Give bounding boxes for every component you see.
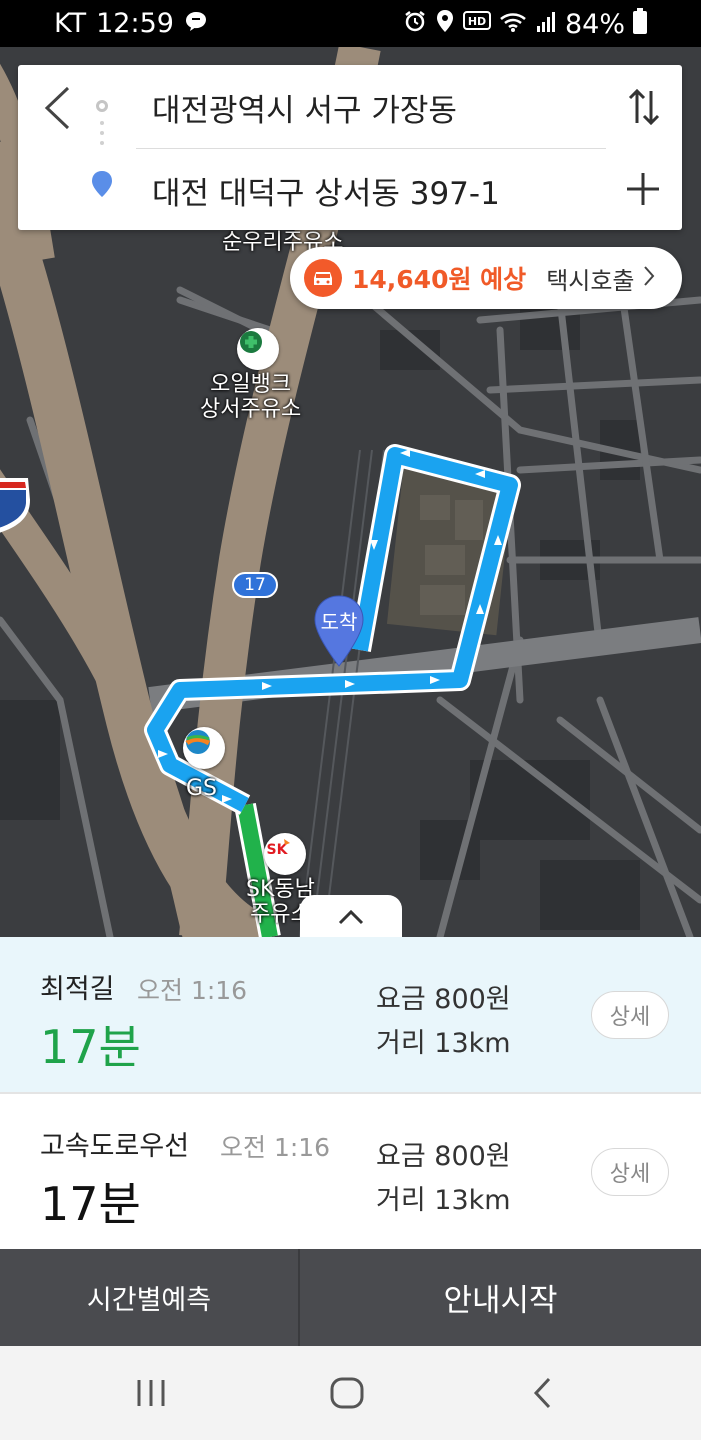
destination-pin-icon xyxy=(91,170,113,202)
route-duration: 17분 xyxy=(40,1020,141,1074)
signal-icon xyxy=(535,9,557,40)
status-bar: KT 12:59 HD 84% xyxy=(0,0,701,47)
plus-icon xyxy=(627,173,659,205)
expand-panel-button[interactable] xyxy=(300,895,402,939)
oilbank-label: 오일뱅크 상서주유소 xyxy=(200,372,302,423)
route-number-badge: 17 xyxy=(232,572,278,598)
arrival-time: 오전 1:16 xyxy=(137,976,248,1005)
hd-voice-icon: HD xyxy=(462,9,491,40)
chevron-left-icon xyxy=(44,86,70,130)
arrival-time: 오전 1:16 xyxy=(220,1133,331,1162)
gs-label: GS xyxy=(186,776,218,801)
add-waypoint-button[interactable] xyxy=(624,170,662,208)
route-search-card: 대전광역시 서구 가장동 대전 대덕구 상서동 397-1 xyxy=(18,65,682,230)
route-name: 고속도로우선 xyxy=(40,1131,190,1162)
battery-icon xyxy=(633,8,647,41)
back-button[interactable] xyxy=(32,83,82,133)
recent-apps-icon xyxy=(137,1380,165,1406)
divider xyxy=(136,148,606,149)
route-distance: 거리 13km xyxy=(376,1185,511,1216)
oilbank-icon[interactable] xyxy=(237,328,279,370)
arrival-label: 도착 xyxy=(320,610,358,634)
detail-button[interactable]: 상세 xyxy=(591,1148,669,1196)
location-icon xyxy=(435,9,455,40)
chat-bubble-icon xyxy=(184,8,208,39)
system-nav-bar xyxy=(0,1346,701,1440)
gs-caltex-icon[interactable] xyxy=(183,727,225,769)
swap-button[interactable] xyxy=(626,85,662,129)
recent-apps-button[interactable] xyxy=(121,1370,181,1416)
route-option-highway[interactable]: 고속도로우선 오전 1:16 17분 요금 800원 거리 13km 상세 xyxy=(0,1094,701,1249)
taxi-fare-estimate: 14,640원 예상 xyxy=(352,265,527,294)
start-navigation-button[interactable]: 안내시작 xyxy=(300,1249,701,1346)
route-fee: 요금 800원 xyxy=(376,984,511,1015)
sk-energy-icon[interactable]: SK xyxy=(264,833,306,875)
back-arrow-icon xyxy=(533,1377,551,1409)
detail-button[interactable]: 상세 xyxy=(591,991,669,1039)
taxi-call-label: 택시호출 xyxy=(546,266,635,295)
route-options-panel: 최적길 오전 1:16 17분 요금 800원 거리 13km 상세 고속도로우… xyxy=(0,937,701,1249)
bottom-action-bar: 시간별예측 안내시작 xyxy=(0,1249,701,1346)
route-option-optimal[interactable]: 최적길 오전 1:16 17분 요금 800원 거리 13km 상세 xyxy=(0,937,701,1094)
clock: 12:59 xyxy=(96,8,174,39)
swap-arrows-icon xyxy=(628,88,660,126)
route-name: 최적길 xyxy=(40,974,115,1005)
connector-dots xyxy=(100,121,104,157)
route-distance: 거리 13km xyxy=(376,1028,511,1059)
taxi-icon xyxy=(304,259,342,297)
destination-input[interactable]: 대전 대덕구 상서동 397-1 xyxy=(152,168,500,213)
taxi-call-button[interactable]: 14,640원 예상 택시호출 xyxy=(290,247,682,309)
alarm-icon xyxy=(403,9,427,40)
route-duration: 17분 xyxy=(40,1177,141,1231)
carrier-label: KT xyxy=(54,8,87,39)
chevron-right-icon xyxy=(643,265,655,291)
route-fee: 요금 800원 xyxy=(376,1141,511,1172)
origin-dot-icon xyxy=(96,100,108,112)
arrival-marker[interactable]: 도착 xyxy=(313,594,365,668)
origin-input[interactable]: 대전광역시 서구 가장동 xyxy=(152,85,457,130)
battery-percent: 84% xyxy=(564,9,625,40)
time-forecast-button[interactable]: 시간별예측 xyxy=(0,1249,298,1346)
home-icon xyxy=(330,1377,364,1409)
home-button[interactable] xyxy=(317,1370,377,1416)
svg-text:HD: HD xyxy=(468,15,486,28)
chevron-up-icon xyxy=(338,909,364,925)
back-nav-button[interactable] xyxy=(513,1370,573,1416)
wifi-icon xyxy=(499,9,527,40)
